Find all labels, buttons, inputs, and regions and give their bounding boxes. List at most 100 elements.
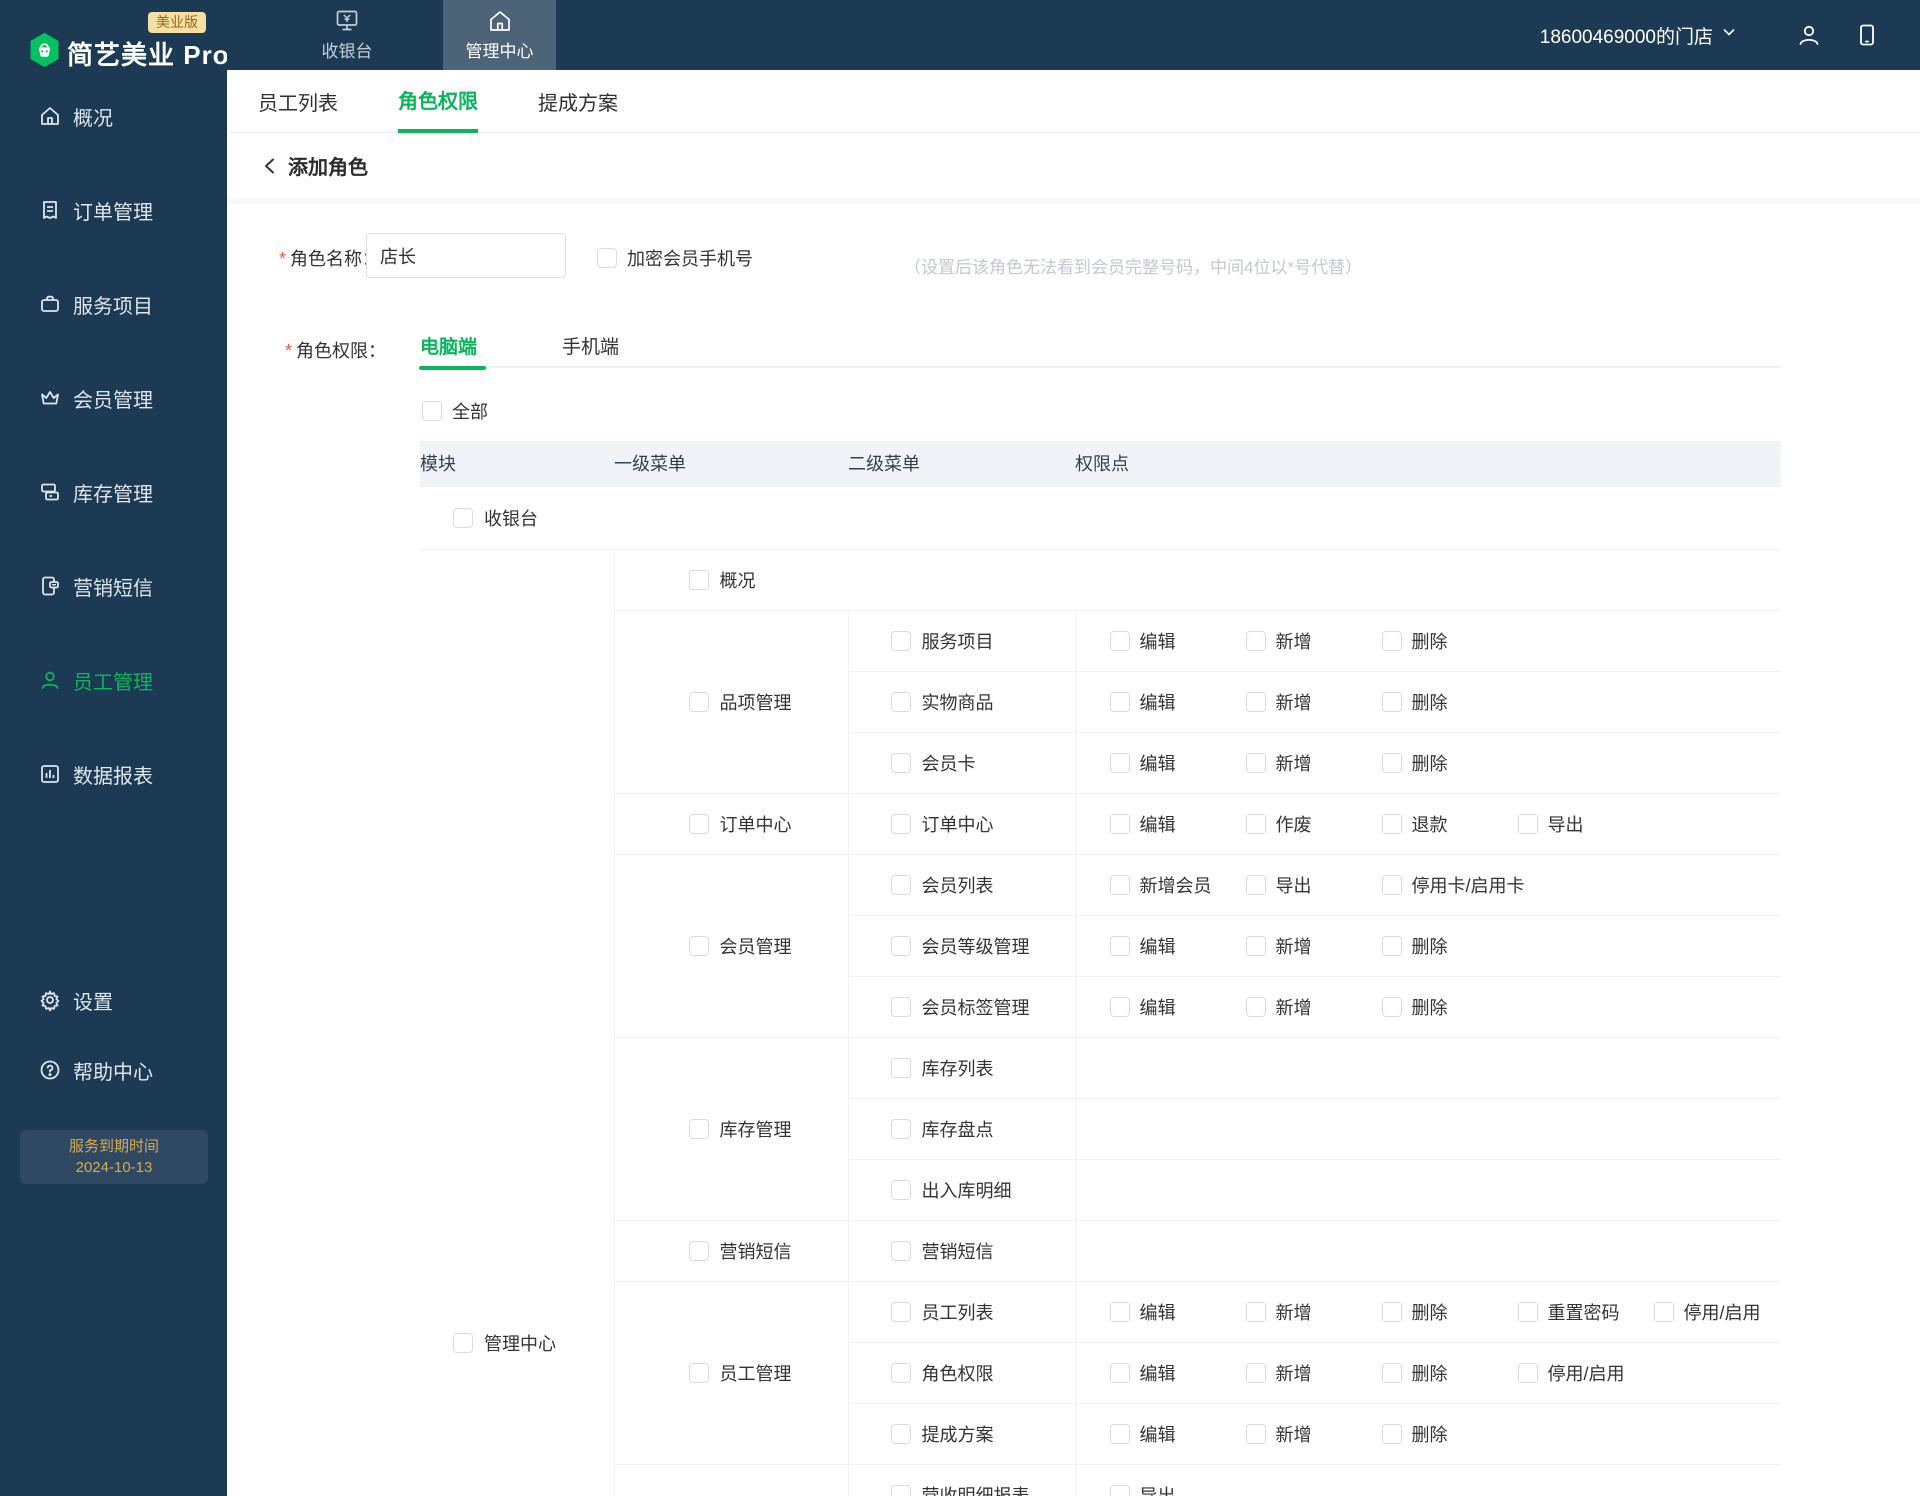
cb-submenu[interactable] <box>890 996 911 1017</box>
account-person-icon[interactable] <box>1796 22 1822 48</box>
brand-name: 简艺美业 Pro <box>67 40 230 70</box>
back-chevron-icon[interactable] <box>258 154 282 178</box>
cb-perm[interactable] <box>1109 1301 1130 1322</box>
cb-submenu[interactable] <box>890 1240 911 1261</box>
cb-perm[interactable] <box>1245 874 1266 895</box>
tab-device-mobile[interactable]: 手机端 <box>562 332 619 359</box>
cb-perm[interactable] <box>1245 630 1266 651</box>
mobile-device-icon[interactable] <box>1854 22 1880 48</box>
device-tabs: 电脑端 手机端 <box>419 326 1781 370</box>
cb-menu-member-mgmt[interactable] <box>688 935 709 956</box>
table-row: 管理中心 概况 <box>420 548 1781 1496</box>
sidebar-item-orders[interactable]: 订单管理 <box>0 193 227 227</box>
tab-role-permission[interactable]: 角色权限 <box>398 70 478 133</box>
cb-module-cashier[interactable] <box>453 507 473 528</box>
gear-icon <box>38 988 62 1012</box>
boxes-icon <box>38 480 62 504</box>
cb-menu-order-center[interactable] <box>688 813 709 834</box>
cb-perm[interactable] <box>1381 691 1402 712</box>
sidebar-item-staff[interactable]: 员工管理 <box>0 663 227 697</box>
cb-perm[interactable] <box>1517 813 1538 834</box>
cb-submenu[interactable] <box>890 1301 911 1322</box>
cb-perm[interactable] <box>1653 1301 1674 1322</box>
cb-perm[interactable] <box>1381 752 1402 773</box>
sidebar-item-services[interactable]: 服务项目 <box>0 287 227 321</box>
select-all-checkbox[interactable] <box>422 401 442 421</box>
perm-label: 停用/启用 <box>1547 1363 1625 1384</box>
cb-menu-staff-mgmt[interactable] <box>688 1362 709 1383</box>
tab-device-pc[interactable]: 电脑端 <box>419 332 486 370</box>
cb-submenu[interactable] <box>890 1057 911 1078</box>
tab-commission-plan[interactable]: 提成方案 <box>538 70 618 133</box>
role-name-input[interactable] <box>366 233 566 278</box>
store-switcher[interactable]: 18600469000的门店 <box>1540 0 1737 70</box>
perm-label: 停用/启用 <box>1683 1302 1761 1323</box>
cb-perm[interactable] <box>1109 996 1130 1017</box>
cb-perm[interactable] <box>1109 1362 1130 1383</box>
cb-perm[interactable] <box>1381 1301 1402 1322</box>
cb-perm[interactable] <box>1381 874 1402 895</box>
topbar: 收银台 管理中心 18600469000的门店 <box>227 0 1920 70</box>
sidebar-item-label: 设置 <box>73 991 113 1014</box>
top-tab-label: 收银台 <box>321 42 373 61</box>
cb-submenu[interactable] <box>890 630 911 651</box>
sidebar-item-reports[interactable]: 数据报表 <box>0 757 227 791</box>
sidebar-item-help[interactable]: 帮助中心 <box>0 1053 227 1087</box>
cb-perm[interactable] <box>1517 1301 1538 1322</box>
sidebar-item-members[interactable]: 会员管理 <box>0 381 227 415</box>
cb-submenu[interactable] <box>890 1118 911 1139</box>
cb-perm[interactable] <box>1245 1423 1266 1444</box>
cb-perm[interactable] <box>1245 1301 1266 1322</box>
cb-submenu[interactable] <box>890 691 911 712</box>
menu1-label: 员工管理 <box>719 1363 792 1384</box>
encrypt-phone-checkbox[interactable] <box>597 248 617 268</box>
management-home-icon <box>487 8 513 34</box>
cb-perm[interactable] <box>1245 1362 1266 1383</box>
cb-perm[interactable] <box>1109 752 1130 773</box>
cb-submenu[interactable] <box>890 1362 911 1383</box>
perm-label: 新增 <box>1275 631 1312 652</box>
table-row: 订单中心 订单中心 编辑 作废 退款 导出 <box>420 792 1781 854</box>
cb-perm[interactable] <box>1109 935 1130 956</box>
cb-submenu[interactable] <box>890 874 911 895</box>
cb-perm[interactable] <box>1245 752 1266 773</box>
cb-perm[interactable] <box>1245 935 1266 956</box>
table-row: 会员管理 会员列表 新增会员 导出 停用卡/启用卡 <box>420 853 1781 1037</box>
cb-submenu[interactable] <box>890 1484 911 1496</box>
top-tab-cashier[interactable]: 收银台 <box>290 0 404 70</box>
cb-submenu[interactable] <box>890 935 911 956</box>
cb-perm[interactable] <box>1381 1362 1402 1383</box>
top-tab-management[interactable]: 管理中心 <box>443 0 556 70</box>
cb-perm[interactable] <box>1245 996 1266 1017</box>
cb-module-management[interactable] <box>453 1332 473 1353</box>
cb-perm[interactable] <box>1245 691 1266 712</box>
cb-perm[interactable] <box>1109 1484 1130 1496</box>
cb-perm[interactable] <box>1109 1423 1130 1444</box>
cb-perm[interactable] <box>1381 630 1402 651</box>
cb-submenu[interactable] <box>890 813 911 834</box>
cb-menu-items-mgmt[interactable] <box>688 691 709 712</box>
cb-perm[interactable] <box>1381 935 1402 956</box>
cb-submenu[interactable] <box>890 752 911 773</box>
cb-menu-stock-mgmt[interactable] <box>688 1118 709 1139</box>
cb-perm[interactable] <box>1109 691 1130 712</box>
cb-perm[interactable] <box>1109 813 1130 834</box>
cb-menu-sms[interactable] <box>688 1240 709 1261</box>
cb-perm[interactable] <box>1109 630 1130 651</box>
cb-menu-overview[interactable] <box>688 569 709 590</box>
sidebar-item-settings[interactable]: 设置 <box>0 983 227 1017</box>
cb-submenu[interactable] <box>890 1179 911 1200</box>
cb-perm[interactable] <box>1381 813 1402 834</box>
sidebar-item-inventory[interactable]: 库存管理 <box>0 475 227 509</box>
tab-staff-list[interactable]: 员工列表 <box>258 70 338 133</box>
sidebar-item-sms[interactable]: 营销短信 <box>0 569 227 603</box>
sidebar-item-overview[interactable]: 概况 <box>0 99 227 133</box>
cb-perm[interactable] <box>1517 1362 1538 1383</box>
perm-label: 新增 <box>1275 1363 1312 1384</box>
cb-perm[interactable] <box>1245 813 1266 834</box>
cb-perm[interactable] <box>1381 996 1402 1017</box>
cb-submenu[interactable] <box>890 1423 911 1444</box>
cb-perm[interactable] <box>1381 1423 1402 1444</box>
perm-label: 删除 <box>1411 631 1448 652</box>
cb-perm[interactable] <box>1109 874 1130 895</box>
